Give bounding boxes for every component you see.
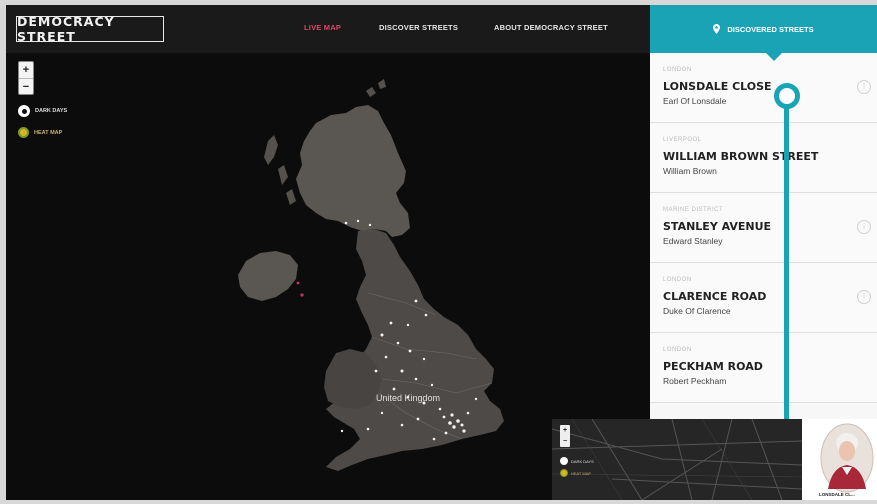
nav-about-democracy-street[interactable]: ABOUT DEMOCRACY STREET	[494, 23, 608, 32]
dark-days-label: DARK DAYS	[35, 108, 68, 114]
street-namesake: William Brown	[663, 166, 717, 176]
map-zoom-control: + −	[18, 61, 34, 95]
heat-map-icon	[560, 469, 568, 477]
nav-live-map[interactable]: LIVE MAP	[304, 23, 341, 32]
portrait-image	[820, 423, 874, 493]
street-name: PECKHAM ROAD	[663, 360, 763, 373]
heat-map-icon	[18, 127, 29, 138]
street-card[interactable]: LIVERPOOL WILLIAM BROWN STREET William B…	[650, 123, 877, 193]
street-name: LONSDALE CLOSE	[663, 80, 772, 93]
ireland-landmass	[238, 251, 298, 301]
zoom-out-button[interactable]: −	[19, 78, 33, 94]
street-location: LIVERPOOL	[663, 137, 702, 143]
street-name: WILLIAM BROWN STREET	[663, 150, 819, 163]
dark-days-markers	[296, 281, 304, 297]
inset-zoom-control[interactable]: + −	[560, 425, 570, 447]
street-namesake: Earl Of Lonsdale	[663, 96, 727, 106]
dark-days-toggle[interactable]: DARK DAYS	[18, 105, 67, 117]
inset-portrait-panel: LONSDALE CL...	[802, 419, 877, 500]
inset-street-map[interactable]: + − DARK DAYS HEAT MAP	[552, 419, 802, 500]
nav-discover-streets[interactable]: DISCOVER STREETS	[379, 23, 458, 32]
street-location: MARINE DISTRICT	[663, 207, 724, 213]
timeline-marker-icon[interactable]	[774, 83, 800, 109]
street-card[interactable]: LONDON PECKHAM ROAD Robert Peckham	[650, 333, 877, 403]
info-icon[interactable]: i	[857, 220, 871, 234]
inset-preview: + − DARK DAYS HEAT MAP LONSDALE CL...	[552, 419, 877, 500]
inset-zoom-out-button[interactable]: −	[560, 436, 570, 447]
street-card[interactable]: MARINE DISTRICT STANLEY AVENUE Edward St…	[650, 193, 877, 263]
top-navigation-bar: DEMOCRACY STREET LIVE MAP DISCOVER STREE…	[6, 5, 650, 53]
street-namesake: Robert Peckham	[663, 376, 727, 386]
tab-pointer-arrow	[766, 53, 782, 61]
street-location: LONDON	[663, 347, 692, 353]
democracy-street-logo[interactable]: DEMOCRACY STREET	[16, 14, 164, 44]
info-icon[interactable]: i	[857, 80, 871, 94]
discovered-streets-label: DISCOVERED STREETS	[727, 24, 814, 34]
scotland-landmass	[296, 105, 410, 237]
dark-days-icon	[560, 457, 568, 465]
street-namesake: Edward Stanley	[663, 236, 723, 246]
hebrides	[264, 135, 296, 205]
street-card[interactable]: LONDON LONSDALE CLOSE Earl Of Lonsdale i	[650, 53, 877, 123]
heat-map-toggle[interactable]: HEAT MAP	[18, 127, 62, 138]
inset-heat-map-label: HEAT MAP	[571, 470, 592, 476]
inset-dark-days-toggle[interactable]: DARK DAYS	[560, 457, 594, 465]
street-card[interactable]: LONDON CLARENCE ROAD Duke Of Clarence i	[650, 263, 877, 333]
inset-dark-days-label: DARK DAYS	[571, 458, 594, 464]
info-icon[interactable]: i	[857, 290, 871, 304]
map-place-label: United Kingdom	[376, 393, 440, 403]
inset-heat-map-toggle[interactable]: HEAT MAP	[560, 469, 591, 477]
street-name: CLARENCE ROAD	[663, 290, 767, 303]
discovered-streets-tab[interactable]: DISCOVERED STREETS	[650, 5, 877, 53]
street-name: STANLEY AVENUE	[663, 220, 772, 233]
heat-map-label: HEAT MAP	[34, 129, 63, 136]
app-frame: DEMOCRACY STREET LIVE MAP DISCOVER STREE…	[6, 5, 877, 500]
portrait-caption: LONSDALE CL...	[819, 492, 855, 497]
street-location: LONDON	[663, 67, 692, 73]
timeline-line	[784, 97, 789, 427]
inset-zoom-in-button[interactable]: +	[560, 425, 570, 436]
dark-days-icon	[18, 105, 30, 117]
map-pin-icon	[713, 24, 721, 34]
zoom-in-button[interactable]: +	[19, 62, 33, 78]
street-namesake: Duke Of Clarence	[663, 306, 731, 316]
orkney-islands	[366, 79, 386, 97]
street-location: LONDON	[663, 277, 692, 283]
